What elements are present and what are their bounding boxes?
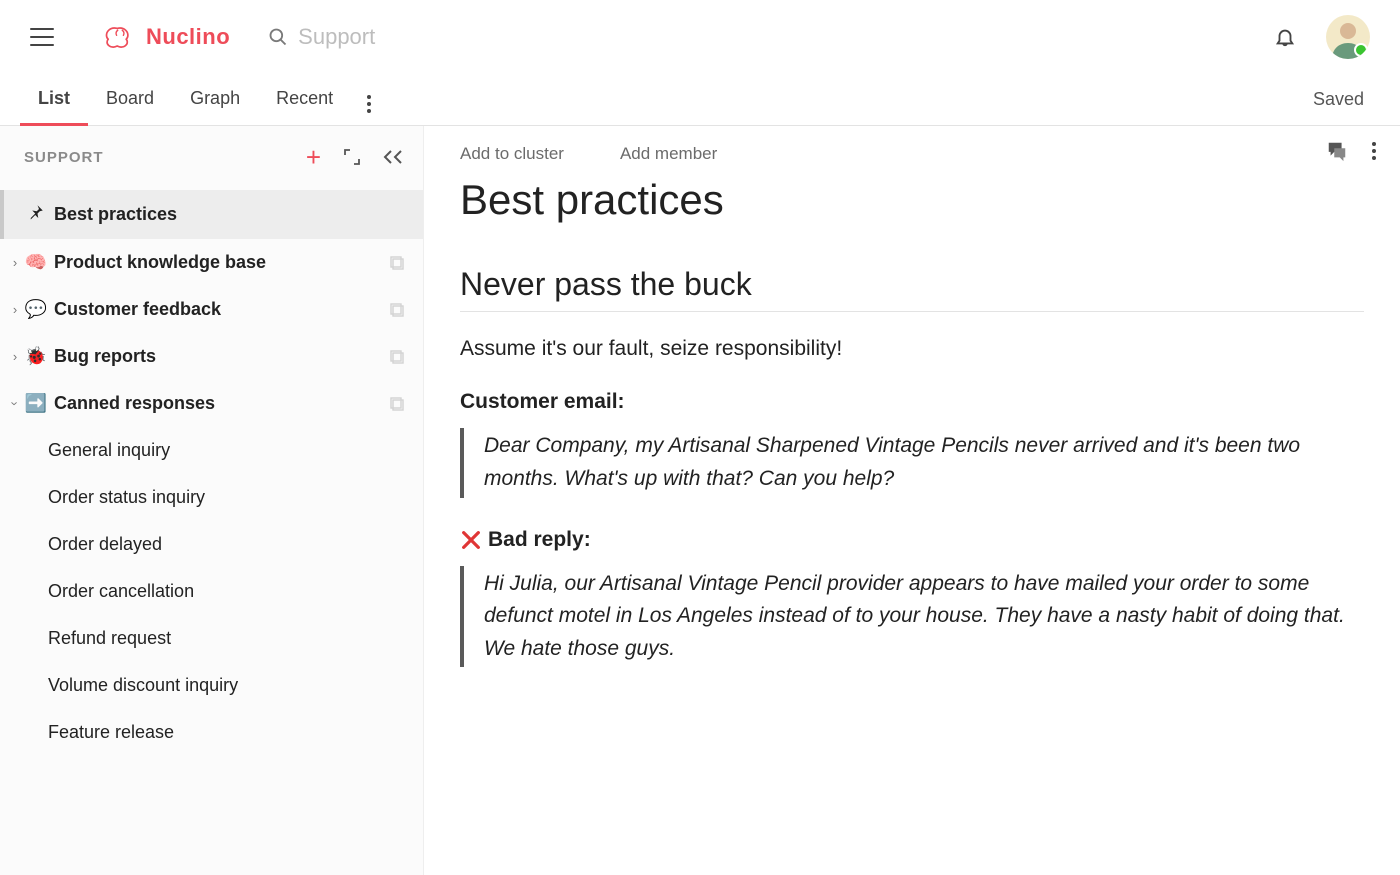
view-tabbar: List Board Graph Recent Saved	[0, 74, 1400, 126]
customer-email-label[interactable]: Customer email:	[460, 390, 1364, 414]
tab-graph[interactable]: Graph	[172, 74, 258, 126]
bad-reply-quote[interactable]: Hi Julia, our Artisanal Vintage Pencil p…	[460, 566, 1364, 668]
sidebar-header: SUPPORT +	[0, 126, 423, 184]
bad-reply-heading[interactable]: Bad reply:	[460, 528, 1364, 552]
sidebar-child-refund-request[interactable]: Refund request	[0, 615, 423, 662]
sidebar-item-label: Best practices	[54, 204, 405, 225]
sidebar-item-label: Product knowledge base	[54, 252, 389, 273]
sidebar-child-order-delayed[interactable]: Order delayed	[0, 521, 423, 568]
sidebar-item-label: Customer feedback	[54, 299, 389, 320]
add-member-button[interactable]: Add member	[620, 144, 717, 164]
sidebar-item-label: Order cancellation	[48, 581, 405, 602]
copy-icon	[389, 349, 405, 365]
sidebar-item-bug-reports[interactable]: › 🐞 Bug reports	[0, 333, 423, 380]
collapse-sidebar-button[interactable]	[383, 149, 403, 165]
brain-icon	[102, 24, 138, 50]
copy-icon	[389, 255, 405, 271]
sidebar-item-canned-responses[interactable]: › ➡️ Canned responses	[0, 380, 423, 427]
workspace-title: SUPPORT	[24, 149, 104, 166]
sidebar-item-label: Order delayed	[48, 534, 405, 555]
chevron-down-icon: ›	[8, 397, 23, 411]
search-placeholder: Support	[298, 24, 375, 50]
sidebar: SUPPORT + Best practices	[0, 126, 424, 875]
main-content: SUPPORT + Best practices	[0, 126, 1400, 875]
sidebar-child-volume-discount-inquiry[interactable]: Volume discount inquiry	[0, 662, 423, 709]
sidebar-item-product-knowledge-base[interactable]: › 🧠 Product knowledge base	[0, 239, 423, 286]
menu-toggle-button[interactable]	[30, 28, 54, 46]
document-top-actions	[1326, 140, 1376, 162]
brain-emoji-icon: 🧠	[24, 252, 48, 273]
tab-list[interactable]: List	[20, 74, 88, 126]
bad-reply-label: Bad reply:	[488, 528, 591, 552]
notifications-button[interactable]	[1274, 26, 1296, 48]
document-more-button[interactable]	[1372, 142, 1376, 160]
document-pane: Add to cluster Add member Best practices…	[424, 126, 1400, 875]
save-status: Saved	[1313, 89, 1364, 110]
document-header-links: Add to cluster Add member	[460, 144, 1364, 164]
brand-name: Nuclino	[146, 24, 230, 50]
sidebar-item-customer-feedback[interactable]: › 💬 Customer feedback	[0, 286, 423, 333]
sidebar-item-label: General inquiry	[48, 440, 405, 461]
intro-paragraph[interactable]: Assume it's our fault, seize responsibil…	[460, 334, 1364, 364]
app-header: Nuclino Support	[0, 0, 1400, 74]
search-icon	[268, 27, 288, 47]
cross-mark-icon	[460, 529, 482, 551]
sidebar-child-feature-release[interactable]: Feature release	[0, 709, 423, 756]
ladybug-emoji-icon: 🐞	[24, 346, 48, 367]
more-vertical-icon	[367, 95, 371, 113]
add-item-button[interactable]: +	[306, 144, 321, 170]
sidebar-child-general-inquiry[interactable]: General inquiry	[0, 427, 423, 474]
sidebar-item-label: Bug reports	[54, 346, 389, 367]
expand-icon[interactable]	[343, 148, 361, 166]
copy-icon	[389, 396, 405, 412]
sidebar-item-label: Volume discount inquiry	[48, 675, 405, 696]
chevron-right-icon: ›	[8, 255, 22, 270]
speech-bubble-emoji-icon: 💬	[24, 299, 48, 320]
arrow-right-emoji-icon: ➡️	[24, 393, 48, 414]
sidebar-child-order-status-inquiry[interactable]: Order status inquiry	[0, 474, 423, 521]
user-avatar[interactable]	[1326, 15, 1370, 59]
sidebar-item-label: Canned responses	[54, 393, 389, 414]
copy-icon	[389, 302, 405, 318]
header-actions	[1274, 15, 1370, 59]
comments-button[interactable]	[1326, 140, 1348, 162]
sidebar-child-order-cancellation[interactable]: Order cancellation	[0, 568, 423, 615]
view-tabs: List Board Graph Recent	[20, 74, 351, 126]
customer-email-quote[interactable]: Dear Company, my Artisanal Sharpened Vin…	[460, 428, 1364, 497]
sidebar-item-label: Order status inquiry	[48, 487, 405, 508]
sidebar-actions: +	[306, 144, 403, 170]
section-heading[interactable]: Never pass the buck	[460, 266, 1364, 312]
add-to-cluster-button[interactable]: Add to cluster	[460, 144, 564, 164]
sidebar-tree: Best practices › 🧠 Product knowledge bas…	[0, 184, 423, 776]
search-input[interactable]: Support	[268, 24, 375, 50]
sidebar-item-label: Feature release	[48, 722, 405, 743]
tab-board[interactable]: Board	[88, 74, 172, 126]
chevron-right-icon: ›	[8, 349, 22, 364]
chevron-right-icon: ›	[8, 302, 22, 317]
sidebar-item-label: Refund request	[48, 628, 405, 649]
tab-more-button[interactable]	[359, 78, 379, 121]
pin-icon	[24, 203, 48, 226]
brand-logo[interactable]: Nuclino	[102, 24, 230, 50]
document-title[interactable]: Best practices	[460, 176, 1364, 224]
tab-recent[interactable]: Recent	[258, 74, 351, 126]
sidebar-item-best-practices[interactable]: Best practices	[0, 190, 423, 239]
